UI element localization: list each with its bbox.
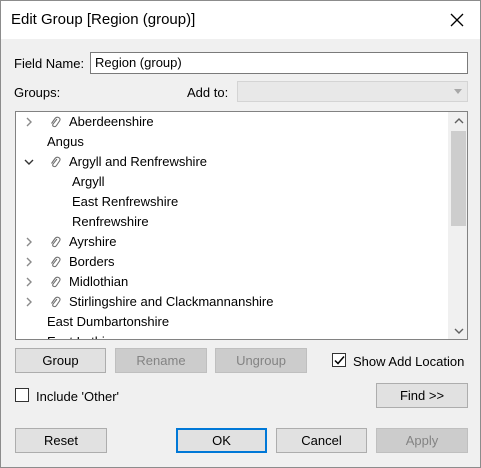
paperclip-icon	[51, 156, 61, 168]
tree-item-label: East Lothian	[47, 332, 119, 339]
chevron-right-icon[interactable]	[24, 257, 34, 267]
paperclip-icon	[51, 276, 61, 288]
edit-group-dialog: Edit Group [Region (group)] Field Name: …	[0, 0, 481, 468]
find-button[interactable]: Find >>	[376, 383, 468, 408]
ok-button[interactable]: OK	[176, 428, 267, 453]
add-to-dropdown[interactable]	[237, 81, 468, 102]
tree-item[interactable]: Renfrewshire	[16, 212, 446, 232]
tree-item[interactable]: East Lothian	[16, 332, 446, 339]
groups-label: Groups:	[14, 85, 61, 100]
tree-item-label: Argyll and Renfrewshire	[69, 154, 208, 169]
tree-item-label: East Dumbartonshire	[47, 314, 170, 329]
paperclip-icon	[51, 236, 61, 248]
tree-item-label: Borders	[69, 254, 115, 269]
title-bar: Edit Group [Region (group)]	[1, 1, 480, 39]
reset-button[interactable]: Reset	[15, 428, 107, 453]
chevron-right-icon[interactable]	[24, 117, 34, 127]
show-add-location-label: Show Add Location	[353, 354, 465, 369]
tree-item[interactable]: Aberdeenshire	[16, 112, 446, 132]
ungroup-button[interactable]: Ungroup	[215, 348, 307, 373]
tree-item-label: Argyll	[72, 174, 105, 189]
tree-item-label: Aberdeenshire	[69, 114, 154, 129]
tree-item-label: East Renfrewshire	[72, 194, 179, 209]
tree-item[interactable]: Ayrshire	[16, 232, 446, 252]
tree-item[interactable]: Borders	[16, 252, 446, 272]
groups-tree-list: Aberdeenshire Angus Argyll and Renfrewshir…	[16, 112, 448, 339]
paperclip-icon	[51, 116, 61, 128]
apply-button[interactable]: Apply	[376, 428, 468, 453]
close-button[interactable]	[434, 1, 480, 39]
tree-item-label: Renfrewshire	[72, 214, 149, 229]
include-other-label: Include 'Other'	[36, 389, 120, 404]
rename-button[interactable]: Rename	[115, 348, 207, 373]
include-other-checkbox[interactable]	[15, 388, 29, 402]
dialog-title: Edit Group [Region (group)]	[11, 11, 196, 28]
close-icon	[450, 13, 464, 27]
chevron-right-icon[interactable]	[24, 277, 34, 287]
tree-item-label: Angus	[47, 134, 84, 149]
field-name-input[interactable]: Region (group)	[90, 52, 468, 74]
scroll-down-button[interactable]	[449, 322, 467, 339]
cancel-button[interactable]: Cancel	[276, 428, 367, 453]
checkmark-icon	[334, 356, 345, 365]
tree-scrollbar[interactable]	[448, 112, 467, 339]
group-button[interactable]: Group	[15, 348, 106, 373]
show-add-location-checkbox[interactable]	[332, 353, 346, 367]
chevron-right-icon[interactable]	[24, 237, 34, 247]
tree-item[interactable]: Midlothian	[16, 272, 446, 292]
tree-item-label: Midlothian	[69, 274, 129, 289]
scroll-up-button[interactable]	[449, 112, 467, 129]
add-to-label: Add to:	[187, 85, 229, 100]
tree-item[interactable]: Stirlingshire and Clackmannanshire	[16, 292, 446, 312]
tree-item-label: Ayrshire	[69, 234, 117, 249]
tree-item[interactable]: East Renfrewshire	[16, 192, 446, 212]
chevron-down-icon	[454, 328, 463, 334]
scroll-thumb[interactable]	[451, 131, 466, 226]
paperclip-icon	[51, 256, 61, 268]
paperclip-icon	[51, 296, 61, 308]
chevron-right-icon[interactable]	[24, 297, 34, 307]
chevron-up-icon	[454, 117, 463, 123]
field-name-label: Field Name:	[14, 56, 85, 71]
tree-item[interactable]: Argyll and Renfrewshire	[16, 152, 446, 172]
groups-tree[interactable]: Aberdeenshire Angus Argyll and Renfrewshir…	[15, 111, 468, 340]
dropdown-arrow-icon	[454, 89, 462, 94]
tree-item[interactable]: Angus	[16, 132, 446, 152]
tree-item[interactable]: East Dumbartonshire	[16, 312, 446, 332]
chevron-down-icon[interactable]	[24, 157, 34, 167]
tree-item-label: Stirlingshire and Clackmannanshire	[69, 294, 274, 309]
tree-item[interactable]: Argyll	[16, 172, 446, 192]
